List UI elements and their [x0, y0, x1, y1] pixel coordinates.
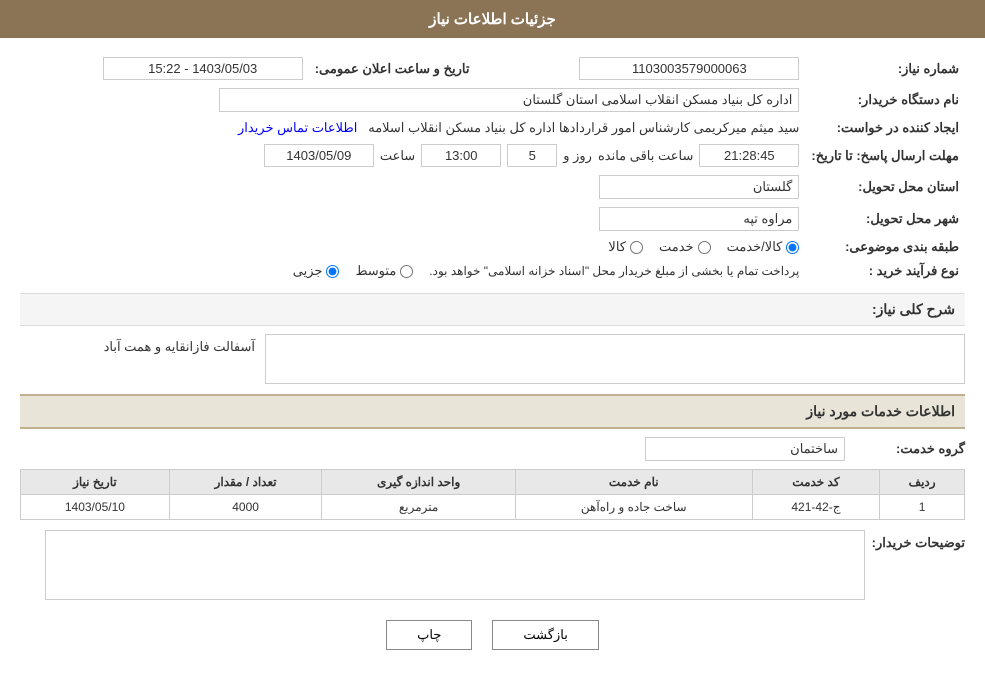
- info-table: شماره نیاز: 1103003579000063 تاریخ و ساع…: [20, 53, 965, 283]
- col-header-code: کد خدمت: [752, 470, 880, 495]
- process-option-motavaset[interactable]: متوسط: [355, 263, 413, 279]
- need-number-value: 1103003579000063: [579, 57, 799, 80]
- creator-label: ایجاد کننده در خواست:: [805, 116, 965, 140]
- category-radio-kala[interactable]: [630, 241, 643, 254]
- cell-service-code: ج-42-421: [752, 495, 880, 520]
- process-label-jozii: جزیی: [293, 263, 323, 279]
- expire-days-label: روز و: [563, 148, 592, 164]
- expire-label: مهلت ارسال پاسخ: تا تاریخ:: [805, 140, 965, 171]
- creator-value: سید میثم میرکریمی کارشناس امور قراردادها…: [368, 120, 799, 135]
- services-table: ردیف کد خدمت نام خدمت واحد اندازه گیری ت…: [20, 469, 965, 520]
- group-row: گروه خدمت: ساختمان: [20, 437, 965, 461]
- description-textarea[interactable]: [265, 334, 965, 384]
- category-radio-khedmat[interactable]: [698, 241, 711, 254]
- category-label-kala: کالا: [608, 239, 626, 255]
- category-option-kala[interactable]: کالا: [608, 239, 643, 255]
- city-label: شهر محل تحویل:: [805, 203, 965, 235]
- process-option-jozii[interactable]: جزیی: [293, 263, 340, 279]
- category-option-khedmat[interactable]: خدمت: [659, 239, 711, 255]
- description-section-header: شرح کلی نیاز:: [20, 293, 965, 326]
- contact-link[interactable]: اطلاعات تماس خریدار: [238, 120, 357, 135]
- page-header: جزئیات اطلاعات نیاز: [0, 0, 985, 38]
- cell-unit: مترمربع: [322, 495, 516, 520]
- col-header-date: تاریخ نیاز: [21, 470, 170, 495]
- expire-date: 1403/05/09: [264, 144, 374, 167]
- expire-remaining: 21:28:45: [699, 144, 799, 167]
- announce-date-value: 1403/05/03 - 15:22: [103, 57, 303, 80]
- expire-remaining-label: ساعت باقی مانده: [598, 148, 693, 164]
- page-title: جزئیات اطلاعات نیاز: [429, 11, 556, 28]
- group-label: گروه خدمت:: [845, 441, 965, 457]
- cell-service-name: ساخت جاده و راه‌آهن: [515, 495, 752, 520]
- category-label: طبقه بندی موضوعی:: [805, 235, 965, 259]
- table-row: 1 ج-42-421 ساخت جاده و راه‌آهن مترمربع 4…: [21, 495, 965, 520]
- services-section-header: اطلاعات خدمات مورد نیاز: [20, 394, 965, 429]
- expire-time: 13:00: [421, 144, 501, 167]
- buyer-note-section: توضیحات خریدار:: [20, 530, 965, 600]
- col-header-unit: واحد اندازه گیری: [322, 470, 516, 495]
- cell-need-date: 1403/05/10: [21, 495, 170, 520]
- category-option-kala-khedmat[interactable]: کالا/خدمت: [727, 239, 800, 255]
- process-radio-jozii[interactable]: [326, 265, 339, 278]
- province-value: گلستان: [599, 175, 799, 199]
- buyer-org-label: نام دستگاه خریدار:: [805, 84, 965, 116]
- col-header-row: ردیف: [880, 470, 965, 495]
- process-label: نوع فرآیند خرید :: [805, 259, 965, 283]
- city-value: مراوه تپه: [599, 207, 799, 231]
- back-button[interactable]: بازگشت: [492, 620, 598, 650]
- province-label: استان محل تحویل:: [805, 171, 965, 203]
- process-row: پرداخت تمام یا بخشی از مبلغ خریدار محل "…: [26, 263, 799, 279]
- announce-date-label: تاریخ و ساعت اعلان عمومی:: [309, 53, 490, 84]
- cell-quantity: 4000: [169, 495, 322, 520]
- description-area: آسفالت فازانقایه و همت آباد: [20, 334, 965, 384]
- col-header-name: نام خدمت: [515, 470, 752, 495]
- buyer-note-textarea[interactable]: [45, 530, 865, 600]
- group-value: ساختمان: [645, 437, 845, 461]
- buttons-row: بازگشت چاپ: [20, 620, 965, 650]
- cell-row-num: 1: [880, 495, 965, 520]
- expire-time-label: ساعت: [380, 148, 415, 164]
- col-header-quantity: تعداد / مقدار: [169, 470, 322, 495]
- process-note: پرداخت تمام یا بخشی از مبلغ خریدار محل "…: [429, 264, 799, 278]
- need-number-label: شماره نیاز:: [805, 53, 965, 84]
- description-title: شرح کلی نیاز:: [872, 301, 955, 317]
- category-radio-group: کالا/خدمت خدمت کالا: [26, 239, 799, 255]
- buyer-note-label: توضیحات خریدار:: [865, 530, 965, 551]
- category-radio-kala-khedmat[interactable]: [786, 241, 799, 254]
- print-button[interactable]: چاپ: [386, 620, 472, 650]
- category-label-khedmat: خدمت: [659, 239, 694, 255]
- process-label-motavaset: متوسط: [355, 263, 396, 279]
- process-radio-motavaset[interactable]: [400, 265, 413, 278]
- description-value: آسفالت فازانقایه و همت آباد: [104, 334, 265, 355]
- services-title: اطلاعات خدمات مورد نیاز: [806, 403, 955, 419]
- category-label-kala-khedmat: کالا/خدمت: [727, 239, 783, 255]
- buyer-org-value: اداره کل بنیاد مسکن انقلاب اسلامی استان …: [219, 88, 799, 112]
- expire-days: 5: [507, 144, 557, 167]
